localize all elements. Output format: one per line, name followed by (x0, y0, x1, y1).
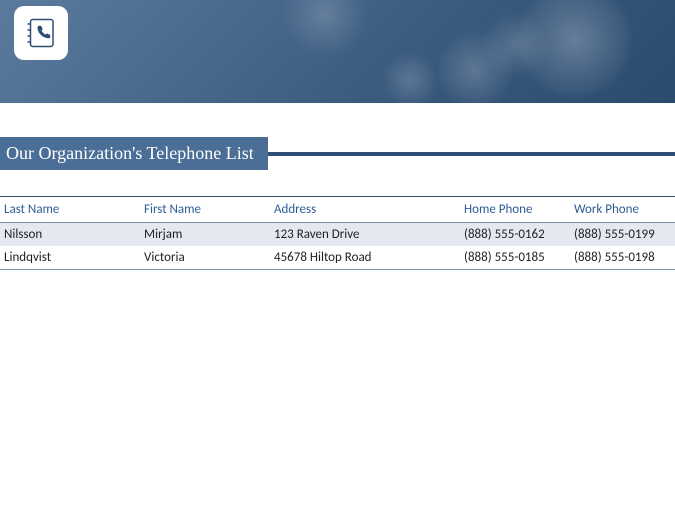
table-row: Lindqvist Victoria 45678 Hiltop Road (88… (0, 246, 675, 270)
page-title: Our Organization's Telephone List (0, 137, 268, 170)
table-header-row: Last Name First Name Address Home Phone … (0, 197, 675, 223)
title-bar: Our Organization's Telephone List (0, 137, 675, 170)
cell-address: 45678 Hiltop Road (270, 246, 460, 270)
cell-last: Nilsson (0, 223, 140, 247)
title-rule (268, 152, 675, 156)
cell-first: Mirjam (140, 223, 270, 247)
cell-last: Lindqvist (0, 246, 140, 270)
cell-first: Victoria (140, 246, 270, 270)
col-header-work: Work Phone (570, 197, 675, 223)
col-header-address: Address (270, 197, 460, 223)
cell-work: (888) 555-0198 (570, 246, 675, 270)
cell-home: (888) 555-0185 (460, 246, 570, 270)
phone-list-table: Last Name First Name Address Home Phone … (0, 196, 675, 270)
cell-home: (888) 555-0162 (460, 223, 570, 247)
col-header-first: First Name (140, 197, 270, 223)
col-header-home: Home Phone (460, 197, 570, 223)
phonebook-icon (14, 6, 68, 60)
cell-address: 123 Raven Drive (270, 223, 460, 247)
cell-work: (888) 555-0199 (570, 223, 675, 247)
hero-banner (0, 0, 675, 103)
col-header-last: Last Name (0, 197, 140, 223)
table-row: Nilsson Mirjam 123 Raven Drive (888) 555… (0, 223, 675, 247)
